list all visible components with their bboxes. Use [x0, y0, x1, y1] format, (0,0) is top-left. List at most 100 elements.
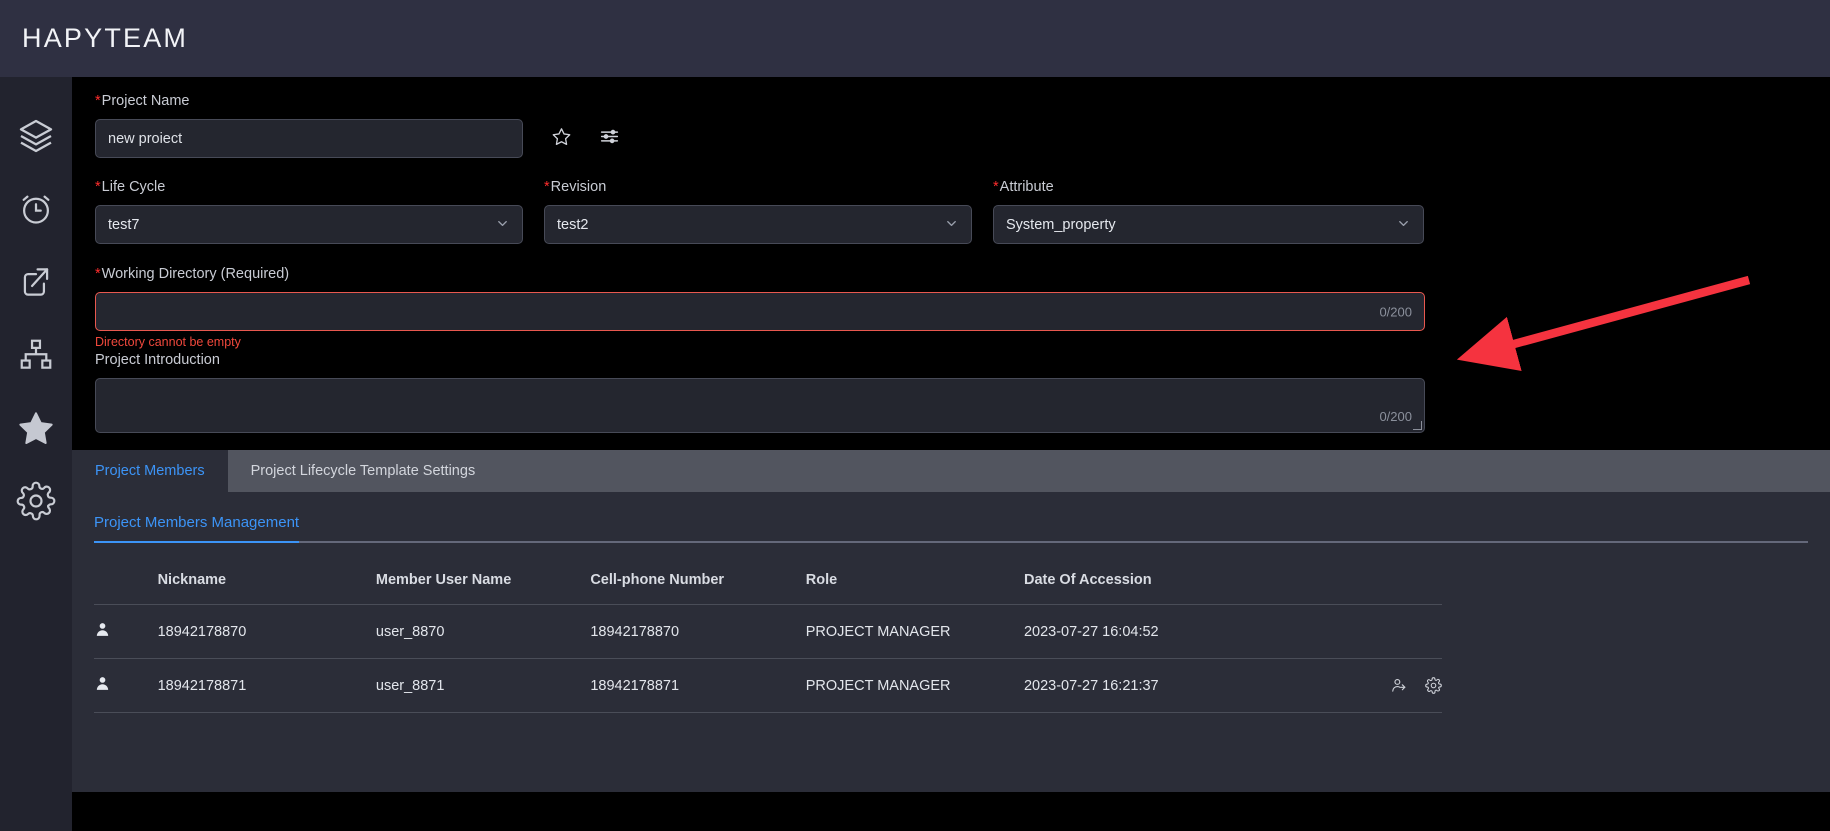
project-form: *Project Name new proiect *Life Cycle te…	[72, 77, 1830, 433]
working-directory-input[interactable]: 0/200	[95, 292, 1425, 331]
app-brand-title: HAPYTEAM	[22, 23, 189, 53]
app-header: HAPYTEAM	[0, 0, 1830, 77]
row-role: PROJECT MANAGER	[805, 604, 1024, 659]
favorite-button[interactable]	[544, 119, 578, 158]
row-phone: 18942178870	[590, 604, 806, 659]
chevron-down-icon	[1396, 216, 1411, 233]
row-actions	[1315, 604, 1442, 659]
subtab-underline-rest	[299, 514, 1808, 543]
share-export-icon	[17, 263, 55, 301]
working-directory-char-counter: 0/200	[1379, 304, 1412, 319]
working-directory-error-message: Directory cannot be empty	[95, 335, 241, 349]
row-date: 2023-07-27 16:04:52	[1023, 604, 1316, 659]
working-directory-label-text: Working Directory (Required)	[101, 266, 290, 282]
star-icon	[16, 408, 56, 448]
user-avatar-icon	[94, 677, 111, 696]
transfer-user-icon[interactable]	[1391, 677, 1408, 694]
attribute-select[interactable]: System_property	[993, 205, 1424, 244]
row-nickname: 18942178870	[157, 604, 376, 659]
sidebar-item-favorites[interactable]	[0, 391, 72, 464]
row-nickname: 18942178871	[157, 658, 376, 713]
project-name-field-group: *Project Name new proiect	[95, 91, 523, 158]
row-avatar-cell	[94, 658, 158, 713]
row-actions	[1315, 658, 1442, 713]
resize-handle-icon[interactable]	[1413, 421, 1422, 430]
column-header-actions	[1315, 564, 1442, 605]
column-header-avatar	[94, 564, 158, 605]
revision-field-group: *Revision test2	[544, 177, 972, 244]
project-introduction-field-group: Project Introduction 0/200	[95, 350, 1830, 433]
life-cycle-select[interactable]: test7	[95, 205, 523, 244]
project-name-row: *Project Name new proiect	[95, 91, 1830, 158]
revision-value: test2	[557, 216, 589, 233]
required-asterisk: *	[95, 93, 101, 109]
tab-bar: Project Members Project Lifecycle Templa…	[72, 450, 1830, 492]
members-table: Nickname Member User Name Cell-phone Num…	[94, 564, 1442, 713]
subtab-project-members-management[interactable]: Project Members Management	[94, 514, 300, 543]
row-username: user_8871	[375, 658, 591, 713]
table-header-row: Nickname Member User Name Cell-phone Num…	[94, 564, 1442, 605]
selects-row: *Life Cycle test7 *Revision test2 *Attri…	[95, 177, 1830, 244]
chevron-down-icon	[495, 216, 510, 233]
required-asterisk: *	[993, 179, 999, 195]
row-username: user_8870	[375, 604, 591, 659]
row-phone: 18942178871	[590, 658, 806, 713]
sitemap-icon	[17, 336, 55, 374]
left-sidebar	[0, 77, 72, 831]
sidebar-item-organization[interactable]	[0, 318, 72, 391]
life-cycle-field-group: *Life Cycle test7	[95, 177, 523, 244]
row-avatar-cell	[94, 604, 158, 659]
attribute-label: *Attribute	[993, 177, 1424, 197]
app-root: HAPYTEAM *Project Name new proiect *Life…	[0, 0, 1830, 831]
alarm-clock-icon	[17, 190, 55, 228]
revision-label-text: Revision	[550, 179, 607, 195]
revision-select[interactable]: test2	[544, 205, 972, 244]
project-introduction-label: Project Introduction	[95, 352, 220, 368]
subtab-row: Project Members Management	[94, 514, 1830, 543]
life-cycle-value: test7	[108, 216, 140, 233]
attribute-field-group: *Attribute System_property	[993, 177, 1424, 244]
row-role: PROJECT MANAGER	[805, 658, 1024, 713]
user-avatar-icon	[94, 623, 111, 642]
life-cycle-label-text: Life Cycle	[101, 179, 166, 195]
project-name-label-text: Project Name	[101, 93, 190, 109]
project-introduction-char-counter: 0/200	[1379, 409, 1412, 424]
main-content: *Project Name new proiect *Life Cycle te…	[72, 77, 1830, 831]
project-introduction-textarea[interactable]: 0/200	[95, 378, 1425, 433]
sidebar-item-export[interactable]	[0, 245, 72, 318]
column-header-role: Role	[805, 564, 1024, 605]
chevron-down-icon	[944, 216, 959, 233]
column-header-date-of-accession: Date Of Accession	[1023, 564, 1316, 605]
attribute-value: System_property	[1006, 216, 1116, 233]
sidebar-item-schedule[interactable]	[0, 172, 72, 245]
column-header-nickname: Nickname	[157, 564, 376, 605]
working-directory-field-group: *Working Directory (Required) 0/200 Dire…	[95, 264, 1830, 350]
tab-project-lifecycle-template-settings[interactable]: Project Lifecycle Template Settings	[228, 450, 499, 492]
column-header-cell-phone-number: Cell-phone Number	[590, 564, 806, 605]
table-row: 18942178870 user_8870 18942178870 PROJEC…	[94, 604, 1442, 659]
working-directory-input-wrap: 0/200	[95, 292, 1425, 331]
life-cycle-label: *Life Cycle	[95, 177, 523, 197]
working-directory-label: *Working Directory (Required)	[95, 264, 1830, 284]
project-members-panel: Project Members Management Nickname Memb…	[72, 492, 1830, 792]
project-name-value: new proiect	[108, 130, 183, 147]
gear-icon	[16, 481, 56, 521]
column-header-member-user-name: Member User Name	[375, 564, 591, 605]
project-name-label: *Project Name	[95, 91, 523, 111]
tab-project-members[interactable]: Project Members	[72, 450, 228, 492]
required-asterisk: *	[544, 179, 550, 195]
field-settings-button[interactable]	[592, 119, 626, 158]
sidebar-item-layers[interactable]	[0, 99, 72, 172]
required-asterisk: *	[95, 266, 101, 282]
gear-icon[interactable]	[1425, 677, 1442, 694]
star-outline-icon	[551, 126, 572, 152]
required-asterisk: *	[95, 179, 101, 195]
sidebar-item-settings[interactable]	[0, 464, 72, 537]
layers-icon	[16, 116, 56, 156]
attribute-label-text: Attribute	[999, 179, 1054, 195]
table-row: 18942178871 user_8871 18942178871 PROJEC…	[94, 658, 1442, 713]
row-date: 2023-07-27 16:21:37	[1023, 658, 1316, 713]
revision-label: *Revision	[544, 177, 972, 197]
project-name-input[interactable]: new proiect	[95, 119, 523, 158]
sliders-icon	[599, 126, 620, 152]
